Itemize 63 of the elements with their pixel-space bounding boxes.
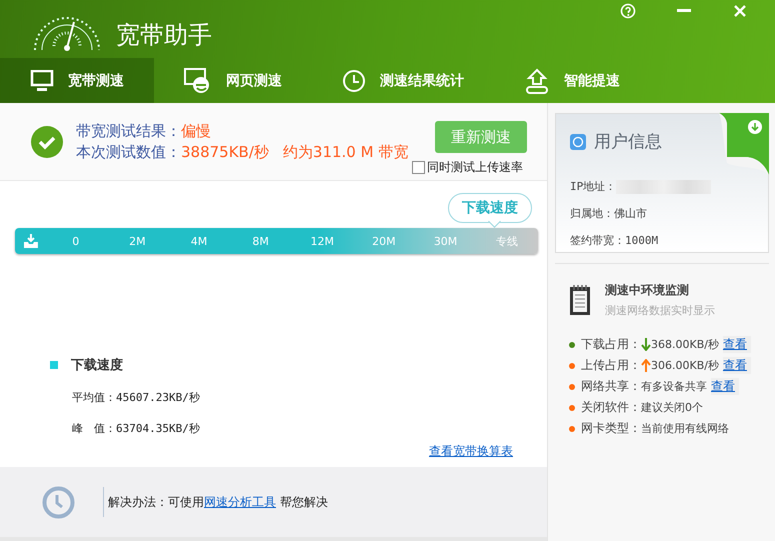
view-link[interactable]: 查看 bbox=[722, 336, 751, 353]
monitor-icon bbox=[30, 70, 54, 92]
checkbox-label: 同时测试上传速率 bbox=[427, 159, 523, 176]
info-value: 佛山市 bbox=[614, 206, 647, 221]
item-label: 下载占用： bbox=[581, 336, 641, 353]
monitor-title: 测速中环境监测 bbox=[605, 282, 690, 299]
nav-tab[interactable]: 宽带测速 bbox=[0, 58, 154, 103]
speed-analysis-link[interactable]: 网速分析工具 bbox=[204, 494, 276, 508]
scale-tick-label: 专线 bbox=[495, 234, 520, 248]
app-title: 宽带助手 bbox=[116, 20, 212, 51]
minimize-icon bbox=[677, 9, 691, 13]
result-verdict: 偏慢 bbox=[181, 122, 211, 140]
browser-icon bbox=[184, 68, 212, 94]
legend-square-icon bbox=[50, 361, 58, 369]
item-value: 当前使用有线网络 bbox=[641, 421, 729, 436]
info-label: 归属地： bbox=[570, 206, 614, 221]
bandwidth-estimate: 约为311.0 M 带宽 bbox=[282, 142, 408, 162]
stat-row-text: 平均值：45607.23KB/秒 bbox=[72, 390, 201, 405]
monitor-subtitle: 测速网络数据实时显示 bbox=[605, 303, 715, 318]
item-label: 网络共享： bbox=[581, 378, 641, 395]
upload-icon bbox=[524, 68, 550, 94]
view-link[interactable]: 查看 bbox=[711, 378, 739, 395]
item-label: 网卡类型： bbox=[581, 420, 641, 437]
scale-tick-label: 0 bbox=[71, 234, 80, 248]
item-label: 关闭软件： bbox=[581, 399, 641, 416]
card-title: 用户信息 bbox=[594, 131, 662, 153]
info-value: 1000M bbox=[625, 234, 658, 247]
download-icon bbox=[23, 234, 39, 248]
scale-tick-label: 2M bbox=[128, 234, 147, 248]
info-label: IP地址： bbox=[570, 179, 616, 194]
item-value: 368.00KB/秒 bbox=[651, 337, 719, 352]
help-icon bbox=[620, 3, 636, 19]
close-icon bbox=[734, 5, 746, 17]
scale-tick-label: 8M bbox=[251, 234, 270, 248]
item-value: 有多设备共享 bbox=[641, 379, 707, 394]
conversion-table-link[interactable]: 查看宽带换算表 bbox=[429, 443, 513, 460]
clock-icon bbox=[42, 486, 75, 518]
down-arrow-icon bbox=[641, 338, 651, 351]
info-label: 签约带宽： bbox=[570, 233, 625, 248]
nav-tab[interactable]: 智能提速 bbox=[494, 58, 650, 103]
scale-tick-label: 30M bbox=[432, 234, 458, 248]
result-label: 带宽测试结果： bbox=[76, 122, 181, 140]
upload-checkbox[interactable] bbox=[412, 161, 425, 174]
scale-tick-label: 4M bbox=[190, 234, 208, 248]
clock-icon bbox=[342, 68, 366, 92]
item-value: 建议关闭0个 bbox=[641, 400, 703, 415]
stat-row-text: 峰 值：63704.35KB/秒 bbox=[72, 421, 201, 436]
scale-tick-label: 20M bbox=[371, 234, 397, 248]
scale-tick-label: 12M bbox=[310, 234, 336, 248]
check-icon bbox=[31, 126, 63, 158]
item-value: 306.00KB/秒 bbox=[651, 358, 719, 373]
user-info-icon bbox=[570, 134, 586, 150]
view-link[interactable]: 查看 bbox=[722, 357, 751, 374]
nav-tab[interactable]: 测速结果统计 bbox=[312, 58, 494, 103]
solution-text: 解决办法：可使用网速分析工具 帮您解决 bbox=[108, 494, 328, 510]
speed-value: 38875KB/秒 bbox=[181, 142, 269, 162]
value-label: 本次测试数值： bbox=[76, 142, 181, 162]
page-curl-icon bbox=[719, 113, 769, 175]
notepad-icon bbox=[569, 284, 591, 316]
up-arrow-icon bbox=[641, 359, 651, 372]
stats-title: 下载速度 bbox=[71, 356, 123, 374]
item-label: 上传占用： bbox=[581, 357, 641, 374]
nav-tab[interactable]: 网页测速 bbox=[154, 58, 312, 103]
